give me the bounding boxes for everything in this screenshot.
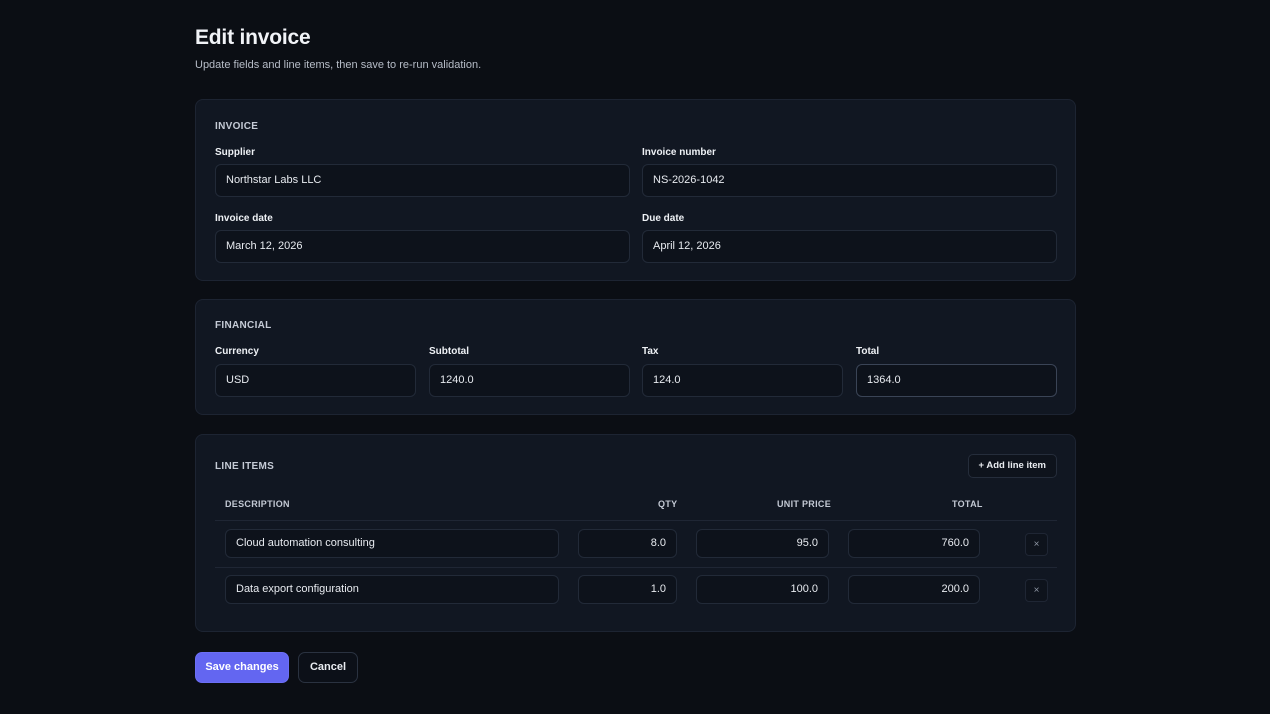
column-header-unit-price: UNIT PRICE bbox=[777, 499, 832, 509]
line-item-unit-price-input[interactable]: 95.0 bbox=[696, 529, 829, 558]
invoice-date-input[interactable]: March 12, 2026 bbox=[215, 230, 630, 263]
cancel-button[interactable]: Cancel bbox=[298, 652, 358, 683]
subtotal-label: Subtotal bbox=[429, 346, 469, 357]
due-date-input[interactable]: April 12, 2026 bbox=[642, 230, 1057, 263]
due-date-label: Due date bbox=[642, 213, 685, 224]
invoice-date-label: Invoice date bbox=[215, 213, 273, 224]
line-item-total-input[interactable]: 760.0 bbox=[848, 529, 980, 558]
line-item-description-input[interactable]: Data export configuration bbox=[225, 575, 559, 604]
subtotal-input[interactable]: 1240.0 bbox=[429, 364, 630, 397]
currency-input[interactable]: USD bbox=[215, 364, 416, 397]
financial-section: FINANCIAL Currency USD Subtotal 1240.0 T… bbox=[195, 299, 1076, 415]
column-header-total: TOTAL bbox=[952, 499, 983, 509]
add-line-item-button[interactable]: + Add line item bbox=[967, 454, 1057, 478]
supplier-label: Supplier bbox=[215, 147, 256, 158]
close-icon: × bbox=[1033, 539, 1040, 550]
column-header-description: DESCRIPTION bbox=[225, 499, 290, 509]
edit-invoice-page: Edit invoice Update fields and line item… bbox=[195, 26, 1076, 683]
invoice-number-label: Invoice number bbox=[642, 147, 716, 158]
supplier-input[interactable]: Northstar Labs LLC bbox=[215, 164, 630, 197]
column-header-qty: QTY bbox=[658, 499, 678, 509]
page-title: Edit invoice bbox=[195, 26, 311, 49]
line-item-description-input[interactable]: Cloud automation consulting bbox=[225, 529, 559, 558]
line-items-section: LINE ITEMS + Add line item DESCRIPTION Q… bbox=[195, 434, 1076, 632]
tax-label: Tax bbox=[642, 346, 659, 357]
currency-label: Currency bbox=[215, 346, 259, 357]
line-item-unit-price-input[interactable]: 100.0 bbox=[696, 575, 829, 604]
total-input[interactable]: 1364.0 bbox=[856, 364, 1057, 397]
section-title-line-items: LINE ITEMS bbox=[215, 461, 275, 472]
invoice-number-input[interactable]: NS-2026-1042 bbox=[642, 164, 1057, 197]
total-label: Total bbox=[856, 346, 880, 357]
line-item-qty-input[interactable]: 1.0 bbox=[578, 575, 677, 604]
invoice-section: INVOICE Supplier Northstar Labs LLC Invo… bbox=[195, 99, 1076, 281]
tax-input[interactable]: 124.0 bbox=[642, 364, 843, 397]
remove-line-item-button[interactable]: × bbox=[1025, 579, 1048, 602]
page-subtitle: Update fields and line items, then save … bbox=[195, 59, 482, 71]
line-item-qty-input[interactable]: 8.0 bbox=[578, 529, 677, 558]
close-icon: × bbox=[1033, 585, 1040, 596]
save-changes-button[interactable]: Save changes bbox=[195, 652, 289, 683]
line-item-total-input[interactable]: 200.0 bbox=[848, 575, 980, 604]
remove-line-item-button[interactable]: × bbox=[1025, 533, 1048, 556]
table-row-divider bbox=[215, 567, 1057, 568]
section-title-financial: FINANCIAL bbox=[215, 320, 272, 331]
table-header-divider bbox=[215, 520, 1057, 521]
section-title-invoice: INVOICE bbox=[215, 121, 259, 132]
